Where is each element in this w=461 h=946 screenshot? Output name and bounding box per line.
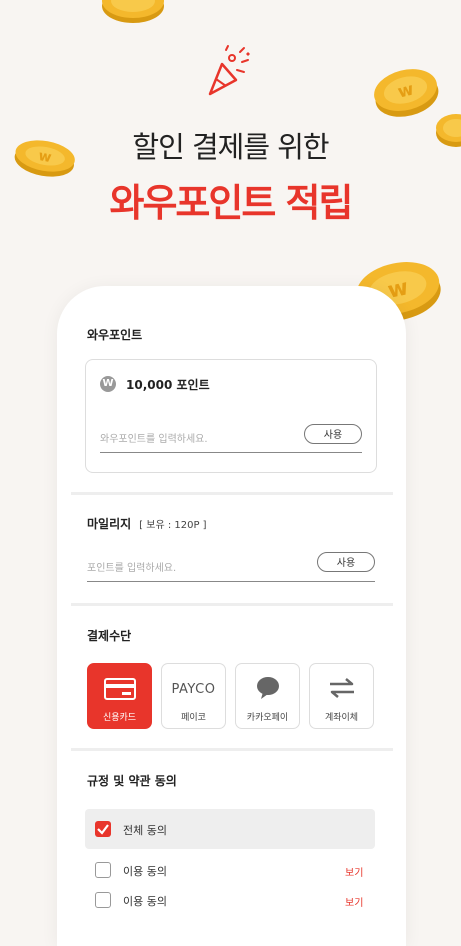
credit-card-icon [104, 678, 136, 700]
terms-section-title: 규정 및 약관 동의 [87, 774, 177, 788]
terms-checkbox[interactable] [95, 892, 111, 908]
payment-method-payco[interactable]: PAYCO 페이코 [161, 663, 226, 729]
payment-method-label: 카카오페이 [246, 713, 289, 723]
speech-bubble-icon [257, 677, 279, 699]
party-popper-icon [208, 45, 250, 96]
mileage-balance: [ 보유 : 120P ] [139, 520, 207, 531]
hero-subtitle: 할인 결제를 위한 [132, 130, 329, 164]
agree-all-label: 전체 동의 [123, 824, 167, 837]
payment-method-label: 페이코 [181, 713, 206, 723]
terms-item-label: 이용 동의 [123, 895, 167, 908]
agree-all-checkbox[interactable] [95, 821, 111, 837]
checkmark-icon [97, 824, 109, 835]
terms-view-link[interactable]: 보기 [345, 894, 363, 909]
transfer-arrows-icon [330, 678, 354, 698]
payco-logo: PAYCO [171, 682, 216, 697]
payment-section-title: 결제수단 [87, 629, 132, 643]
hero-title: 와우포인트 적립 [109, 181, 354, 225]
wow-point-box: W 10,000 포인트 와우포인트를 입력하세요. 사용 [85, 359, 377, 473]
mileage-section-title: 마일리지 [ 보유 : 120P ] [87, 515, 207, 532]
wow-logo-icon: W [100, 376, 116, 392]
divider [71, 748, 393, 751]
agree-all-row[interactable]: 전체 동의 [85, 809, 375, 849]
payment-method-label: 신용카드 [102, 713, 137, 723]
payment-method-bank-transfer[interactable]: 계좌이체 [309, 663, 374, 729]
payment-method-label: 계좌이체 [324, 713, 359, 723]
checkout-card: 와우포인트 W 10,000 포인트 와우포인트를 입력하세요. 사용 마일리지… [57, 286, 406, 946]
wow-point-section-title: 와우포인트 [87, 328, 143, 342]
divider [71, 492, 393, 495]
payment-method-credit-card[interactable]: 신용카드 [87, 663, 152, 729]
payment-method-kakaopay[interactable]: 카카오페이 [235, 663, 300, 729]
wow-point-amount: 10,000 포인트 [126, 378, 210, 392]
coin-icon [102, 0, 164, 23]
terms-checkbox[interactable] [95, 862, 111, 878]
terms-item-label: 이용 동의 [123, 865, 167, 878]
terms-view-link[interactable]: 보기 [345, 864, 363, 879]
wow-point-use-button[interactable]: 사용 [304, 424, 362, 444]
divider [71, 603, 393, 606]
mileage-label: 마일리지 [87, 517, 132, 531]
coin-icon: w [374, 69, 439, 117]
mileage-use-button[interactable]: 사용 [317, 552, 375, 572]
